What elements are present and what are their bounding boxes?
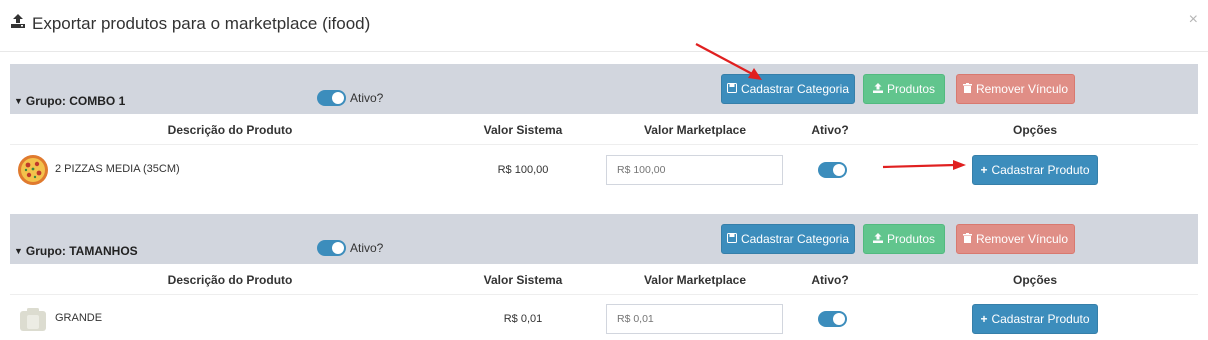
group-name: Grupo: TAMANHOS bbox=[25, 244, 138, 258]
group-title[interactable]: ▼ Grupo: TAMANHOS bbox=[14, 244, 138, 258]
valor-marketplace-input[interactable] bbox=[606, 155, 783, 185]
row-divider bbox=[10, 294, 1198, 295]
save-icon bbox=[726, 82, 737, 96]
remover-vinculo-button[interactable]: Remover Vínculo bbox=[956, 224, 1075, 254]
group-active-toggle[interactable] bbox=[317, 90, 346, 106]
produtos-label: Produtos bbox=[886, 232, 936, 246]
trash-icon bbox=[962, 82, 972, 96]
modal-header: Exportar produtos para o marketplace (if… bbox=[0, 0, 1208, 52]
group-active-toggle[interactable] bbox=[317, 240, 346, 256]
product-name: GRANDE bbox=[55, 312, 103, 324]
modal-title-text: Exportar produtos para o marketplace (if… bbox=[32, 13, 371, 33]
remover-vinculo-label: Remover Vínculo bbox=[975, 232, 1069, 246]
product-name: 2 PIZZAS MEDIA (35CM) bbox=[55, 163, 180, 175]
cadastrar-categoria-label: Cadastrar Categoria bbox=[740, 232, 850, 246]
remover-vinculo-label: Remover Vínculo bbox=[975, 82, 1069, 96]
pizza-icon bbox=[17, 154, 49, 186]
trash-icon bbox=[962, 232, 972, 246]
produtos-label: Produtos bbox=[886, 82, 936, 96]
group-name: Grupo: COMBO 1 bbox=[25, 94, 126, 108]
product-valor-sistema: R$ 0,01 bbox=[503, 313, 543, 325]
col-header-opcoes: Opções bbox=[1012, 273, 1057, 287]
col-header-valor-marketplace: Valor Marketplace bbox=[643, 273, 747, 287]
caret-down-icon: ▼ bbox=[14, 96, 23, 106]
produtos-button[interactable]: Produtos bbox=[863, 224, 945, 254]
export-upload-icon bbox=[10, 13, 26, 34]
caret-down-icon: ▼ bbox=[14, 246, 23, 256]
cadastrar-produto-label: Cadastrar Produto bbox=[991, 312, 1090, 326]
col-header-descricao: Descrição do Produto bbox=[167, 123, 293, 137]
product-active-toggle[interactable] bbox=[818, 311, 847, 327]
group-active-label: Ativo? bbox=[350, 241, 384, 255]
group-active-toggle-wrap: Ativo? bbox=[317, 90, 383, 106]
cadastrar-produto-label: Cadastrar Produto bbox=[991, 163, 1090, 177]
col-header-ativo: Ativo? bbox=[811, 273, 849, 287]
cadastrar-categoria-button[interactable]: Cadastrar Categoria bbox=[721, 224, 855, 254]
cadastrar-produto-button[interactable]: + Cadastrar Produto bbox=[972, 155, 1098, 185]
remover-vinculo-button[interactable]: Remover Vínculo bbox=[956, 74, 1075, 104]
group-section: ▼ Grupo: COMBO 1 Ativo? Cadastrar Catego… bbox=[10, 64, 1198, 214]
modal-title: Exportar produtos para o marketplace (if… bbox=[10, 13, 370, 34]
group-active-label: Ativo? bbox=[350, 91, 384, 105]
group-section: ▼ Grupo: TAMANHOS Ativo? Cadastrar Categ… bbox=[10, 214, 1198, 335]
plus-icon: + bbox=[980, 312, 988, 326]
cadastrar-categoria-label: Cadastrar Categoria bbox=[740, 82, 850, 96]
group-active-toggle-wrap: Ativo? bbox=[317, 240, 383, 256]
col-header-ativo: Ativo? bbox=[811, 123, 849, 137]
col-header-valor-marketplace: Valor Marketplace bbox=[643, 123, 747, 137]
camera-placeholder-icon bbox=[17, 303, 49, 335]
produtos-button[interactable]: Produtos bbox=[863, 74, 945, 104]
upload-icon bbox=[872, 232, 883, 246]
group-title[interactable]: ▼ Grupo: COMBO 1 bbox=[14, 94, 125, 108]
row-divider bbox=[10, 144, 1198, 145]
product-valor-sistema: R$ 100,00 bbox=[497, 164, 549, 176]
cadastrar-categoria-button[interactable]: Cadastrar Categoria bbox=[721, 74, 855, 104]
valor-marketplace-input[interactable] bbox=[606, 304, 783, 334]
close-icon[interactable]: × bbox=[1189, 12, 1198, 28]
cadastrar-produto-button[interactable]: + Cadastrar Produto bbox=[972, 304, 1098, 334]
plus-icon: + bbox=[980, 163, 988, 177]
product-active-toggle[interactable] bbox=[818, 162, 847, 178]
save-icon bbox=[726, 232, 737, 246]
col-header-valor-sistema: Valor Sistema bbox=[483, 123, 563, 137]
col-header-descricao: Descrição do Produto bbox=[167, 273, 293, 287]
upload-icon bbox=[872, 82, 883, 96]
col-header-opcoes: Opções bbox=[1012, 123, 1057, 137]
col-header-valor-sistema: Valor Sistema bbox=[483, 273, 563, 287]
